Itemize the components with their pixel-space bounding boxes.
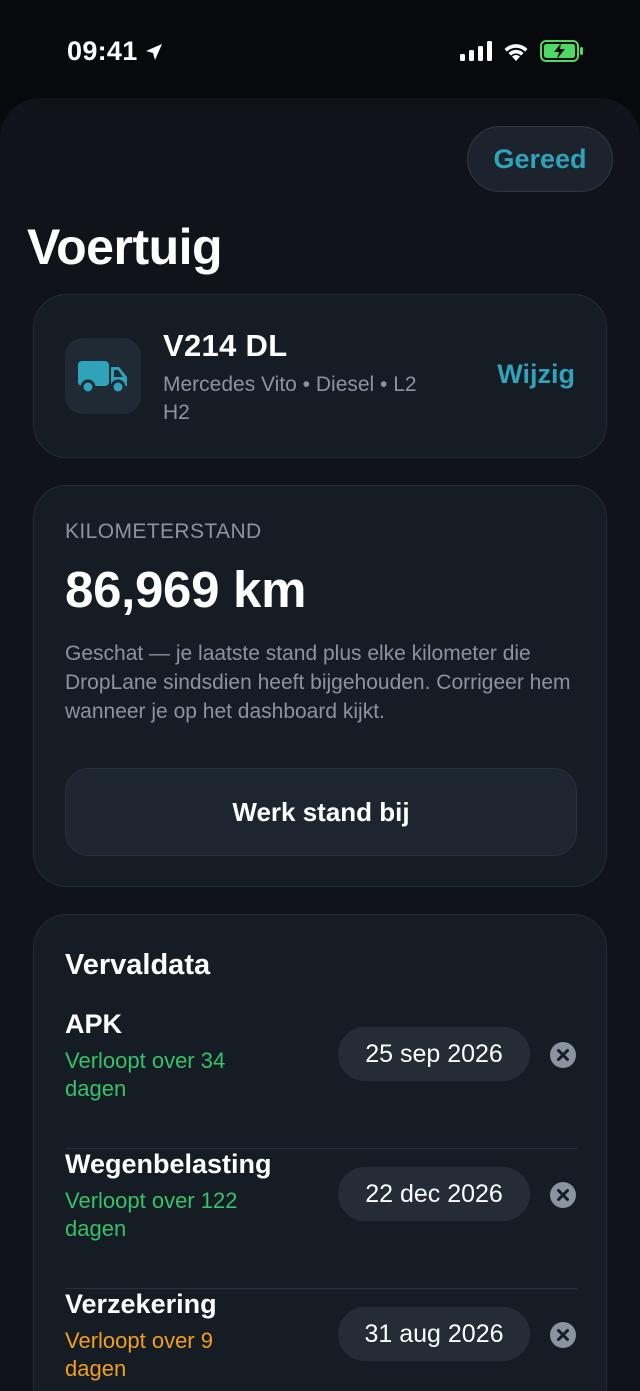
location-arrow-icon [145, 43, 162, 60]
odometer-value: 86,969 km [65, 561, 307, 618]
date-value: 31 aug 2026 [364, 1319, 504, 1348]
vehicle-plate: V214 DL [163, 328, 288, 363]
done-button-label: Gereed [493, 143, 587, 174]
edit-vehicle-button[interactable]: Wijzig [497, 359, 575, 390]
clear-date-icon[interactable] [549, 1041, 577, 1069]
due-row-apk: APK Verloopt over 34 dagen 25 sep 2026 [65, 1009, 577, 1149]
battery-charging-icon [540, 40, 583, 62]
wifi-icon [504, 43, 528, 61]
due-name: APK [65, 1009, 123, 1039]
vehicle-description: Mercedes Vito • Diesel • L2 H2 [163, 373, 417, 424]
vehicle-sheet: Gereed Voertuig V214 DL Mercedes Vito • … [0, 98, 640, 1391]
date-picker-button[interactable]: 25 sep 2026 [338, 1027, 530, 1081]
status-icons [460, 40, 584, 62]
due-name: Verzekering [65, 1289, 217, 1319]
date-picker-button[interactable]: 31 aug 2026 [338, 1307, 530, 1361]
odometer-note: Geschat — je laatste stand plus elke kil… [65, 642, 571, 723]
odometer-label: KILOMETERSTAND [65, 520, 262, 543]
clear-date-icon[interactable] [549, 1321, 577, 1349]
done-button[interactable]: Gereed [467, 126, 613, 192]
update-odometer-button[interactable]: Werk stand bij [65, 768, 577, 856]
due-dates-card: Vervaldata APK Verloopt over 34 dagen 25… [33, 914, 607, 1391]
due-dates-title: Vervaldata [65, 949, 211, 981]
odometer-card: KILOMETERSTAND 86,969 km Geschat — je la… [33, 485, 607, 887]
status-bar: 09:41 [0, 0, 640, 100]
page-title: Voertuig [27, 219, 223, 275]
due-status: Verloopt over 122 dagen [65, 1188, 238, 1241]
status-time: 09:41 [67, 36, 164, 67]
vehicle-card: V214 DL Mercedes Vito • Diesel • L2 H2 W… [33, 294, 607, 458]
status-time-label: 09:41 [67, 36, 138, 66]
due-status: Verloopt over 34 dagen [65, 1048, 226, 1101]
truck-icon [78, 361, 127, 395]
due-row-insurance: Verzekering Verloopt over 9 dagen 31 aug… [65, 1289, 577, 1391]
date-picker-button[interactable]: 22 dec 2026 [338, 1167, 530, 1221]
due-status: Verloopt over 9 dagen [65, 1328, 213, 1381]
due-row-road-tax: Wegenbelasting Verloopt over 122 dagen 2… [65, 1149, 577, 1289]
update-odometer-label: Werk stand bij [232, 796, 410, 827]
signal-icon [460, 41, 492, 61]
date-value: 22 dec 2026 [365, 1179, 503, 1208]
clear-date-icon[interactable] [549, 1181, 577, 1209]
vehicle-icon-tile [65, 338, 141, 414]
date-value: 25 sep 2026 [365, 1039, 503, 1068]
due-name: Wegenbelasting [65, 1149, 272, 1179]
